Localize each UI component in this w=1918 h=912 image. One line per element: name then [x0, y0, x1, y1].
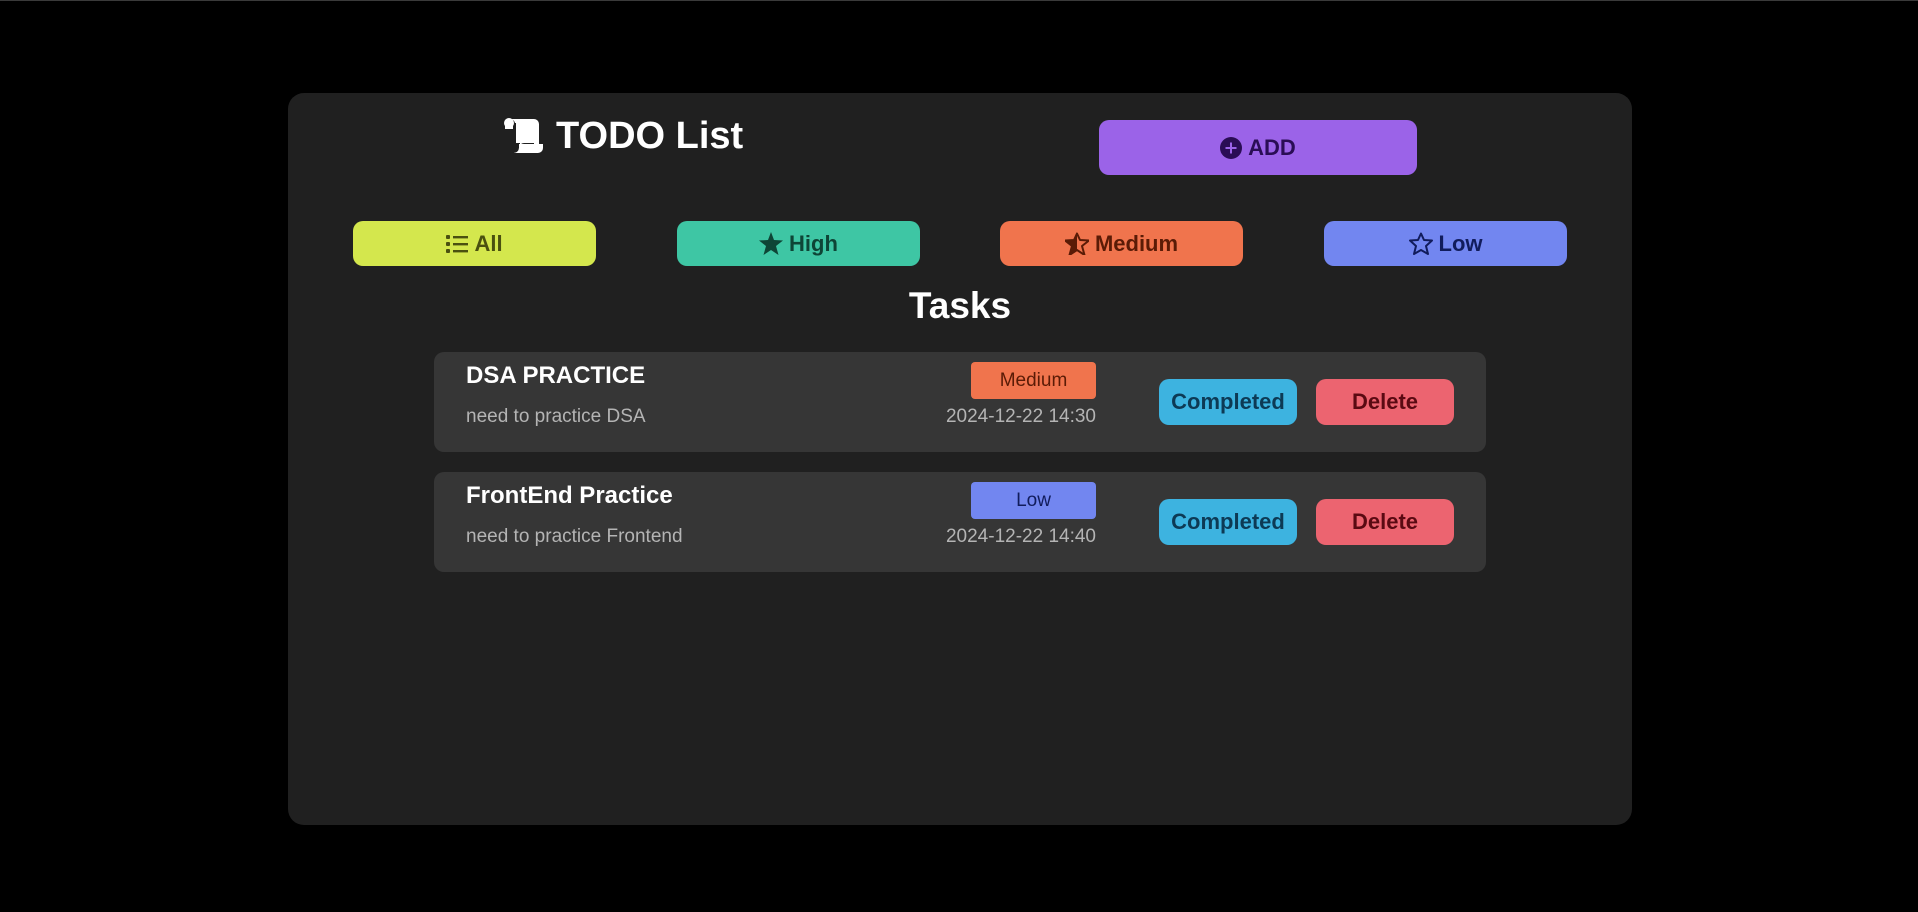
delete-button[interactable]: Delete: [1316, 499, 1454, 545]
scroll-icon: [502, 117, 546, 155]
plus-circle-icon: [1220, 136, 1243, 159]
filter-low-button[interactable]: Low: [1324, 221, 1567, 266]
completed-button[interactable]: Completed: [1159, 379, 1297, 425]
filter-high-label: High: [789, 230, 838, 256]
star-outline-icon: [1408, 232, 1433, 255]
filter-all-label: All: [474, 230, 503, 256]
todo-card: TODO List ADD All High Medium Low Tasks …: [288, 93, 1632, 825]
filter-high-button[interactable]: High: [677, 221, 920, 266]
task-description: need to practice DSA: [466, 406, 646, 427]
filter-medium-button[interactable]: Medium: [1000, 221, 1243, 266]
list-icon: [446, 234, 469, 254]
delete-button[interactable]: Delete: [1316, 379, 1454, 425]
completed-button[interactable]: Completed: [1159, 499, 1297, 545]
tasks-heading: Tasks: [908, 285, 1012, 326]
task-datetime: 2024-12-22 14:40: [945, 526, 1096, 547]
star-half-icon: [1064, 232, 1089, 255]
priority-badge: Low: [971, 482, 1096, 519]
star-solid-icon: [759, 232, 784, 255]
window-top-border: [0, 0, 1918, 1]
page-title: TODO List: [502, 111, 743, 161]
task-list: DSA PRACTICE need to practice DSA Medium…: [434, 352, 1486, 592]
task-description: need to practice Frontend: [466, 526, 683, 547]
filter-medium-label: Medium: [1094, 230, 1179, 256]
page-title-text: TODO List: [556, 114, 744, 157]
task-title: FrontEnd Practice: [466, 482, 673, 509]
add-task-button[interactable]: ADD: [1099, 120, 1417, 175]
task-item: DSA PRACTICE need to practice DSA Medium…: [434, 352, 1486, 452]
add-button-label: ADD: [1248, 134, 1296, 160]
priority-badge: Medium: [971, 362, 1096, 399]
filter-all-button[interactable]: All: [353, 221, 596, 266]
task-datetime: 2024-12-22 14:30: [945, 406, 1096, 427]
task-title: DSA PRACTICE: [466, 362, 646, 389]
filter-low-label: Low: [1438, 230, 1483, 256]
task-item: FrontEnd Practice need to practice Front…: [434, 472, 1486, 572]
